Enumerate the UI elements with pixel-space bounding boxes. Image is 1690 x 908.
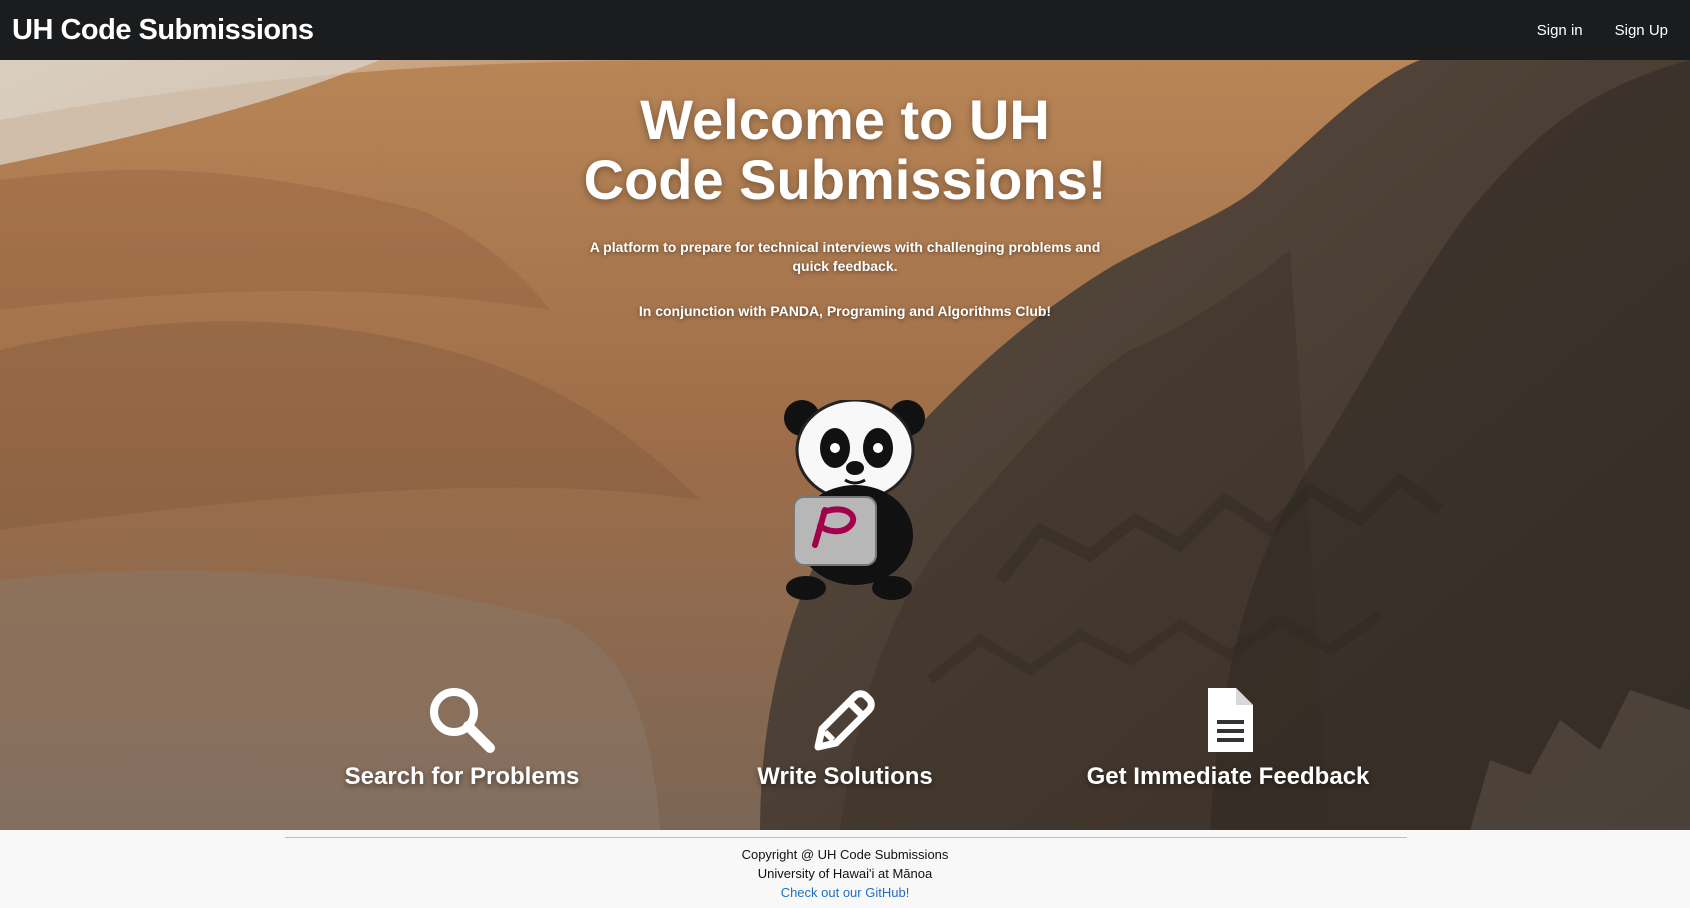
- document-icon: [1208, 688, 1253, 752]
- feature-feedback-label: Get Immediate Feedback: [1086, 763, 1370, 790]
- sign-up-link[interactable]: Sign Up: [1615, 22, 1668, 39]
- feature-search: Search for Problems: [282, 685, 642, 791]
- feature-write-label: Write Solutions: [757, 763, 933, 790]
- search-icon: [430, 688, 495, 753]
- hero-subtitle-line-1: A platform to prepare for technical inte…: [589, 239, 1101, 255]
- feature-write: Write Solutions: [665, 685, 1025, 791]
- hero-title-line-2: Code Submissions!: [583, 148, 1107, 211]
- club-statement: In conjunction with PANDA, Programing an…: [638, 303, 1052, 319]
- auth-nav: Sign in Sign Up: [1537, 22, 1678, 39]
- github-link[interactable]: Check out our GitHub!: [781, 885, 910, 900]
- hero-section: Welcome to UH Code Submissions! A platfo…: [0, 60, 1690, 830]
- site-footer: Copyright @ UH Code Submissions Universi…: [0, 830, 1690, 908]
- university-text: University of Hawai'i at Mānoa: [757, 866, 933, 881]
- top-navbar: UH Code Submissions Sign in Sign Up: [0, 0, 1690, 60]
- sign-in-link[interactable]: Sign in: [1537, 22, 1583, 39]
- pencil-icon: [814, 690, 875, 751]
- footer-content: Copyright @ UH Code Submissions Universi…: [0, 845, 1690, 902]
- panda-laptop-icon: [784, 400, 925, 600]
- copyright-text: Copyright @ UH Code Submissions: [741, 847, 949, 862]
- feature-search-label: Search for Problems: [344, 763, 580, 790]
- hero-subtitle: A platform to prepare for technical inte…: [560, 238, 1130, 276]
- brand-logo-text[interactable]: UH Code Submissions: [12, 14, 314, 47]
- feature-feedback: Get Immediate Feedback: [1048, 685, 1408, 791]
- footer-divider: [285, 837, 1407, 838]
- hero-title-line-1: Welcome to UH: [640, 88, 1050, 151]
- hero-subtitle-line-2: quick feedback.: [792, 258, 898, 274]
- hero-title: Welcome to UH Code Submissions!: [545, 90, 1145, 210]
